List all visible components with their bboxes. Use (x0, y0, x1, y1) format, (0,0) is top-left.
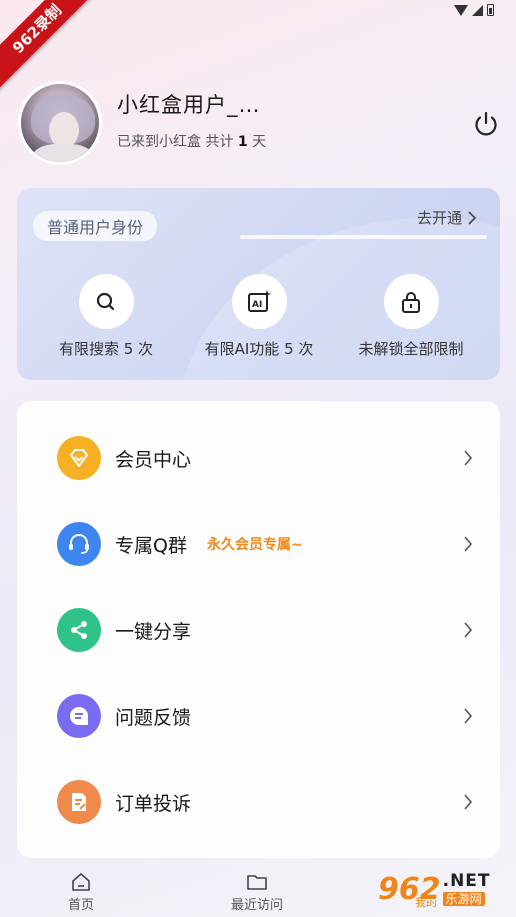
svg-text:AI: AI (252, 300, 262, 310)
watermark-logo: 962 (378, 871, 441, 907)
share-icon (57, 608, 101, 652)
menu-item-label: 专属Q群 (115, 534, 187, 557)
folder-icon (247, 875, 267, 890)
watermark-cn: 乐游网 (442, 891, 485, 906)
battery-icon (487, 4, 494, 16)
tab-label: 首页 (68, 898, 95, 913)
signal-icon (472, 4, 483, 16)
days-suffix: 天 (247, 134, 267, 150)
feature-label: 有限搜索 5 次 (58, 340, 154, 358)
wifi-icon (454, 4, 468, 16)
progress-bar (240, 235, 487, 239)
chevron-right-icon (464, 536, 473, 552)
search-icon (78, 274, 134, 329)
lock-icon (383, 274, 439, 329)
feature-label: 有限AI功能 5 次 (204, 340, 314, 358)
days-count: 1 (237, 134, 248, 150)
site-watermark: 962 .NET 乐游网 (378, 866, 514, 912)
feature-search: 有限搜索 5 次 (36, 274, 176, 359)
tab-home[interactable]: 首页 (68, 872, 94, 913)
menu-item-feedback[interactable]: 问题反馈 (17, 673, 500, 759)
headset-icon (57, 522, 101, 566)
ai-icon: AI (231, 274, 287, 329)
menu-item-vip-center[interactable]: 会员中心 (17, 415, 500, 501)
feature-label: 未解锁全部限制 (358, 340, 464, 358)
menu-item-complaint[interactable]: 订单投诉 (17, 759, 500, 845)
watermark-ribbon: 962录制 (0, 0, 101, 93)
menu-list: 会员中心 专属Q群 永久会员专属~ 一键分享 问题反馈 订单投诉 (17, 401, 500, 858)
vip-diamond-icon (57, 436, 101, 480)
chevron-right-icon (464, 794, 473, 810)
avatar[interactable] (18, 81, 102, 165)
complaint-icon (57, 780, 101, 824)
home-icon (72, 873, 90, 891)
power-icon[interactable] (472, 110, 500, 138)
menu-item-qq-group[interactable]: 专属Q群 永久会员专属~ (17, 501, 500, 587)
menu-item-label: 一键分享 (115, 620, 192, 643)
menu-item-label: 会员中心 (115, 448, 192, 471)
chevron-right-icon (468, 210, 477, 225)
identity-badge: 普通用户身份 (33, 211, 158, 241)
menu-item-label: 订单投诉 (115, 792, 192, 815)
menu-item-label: 问题反馈 (115, 706, 192, 729)
membership-days: 已来到小红盒 共计 1 天 (117, 131, 266, 151)
chevron-right-icon (464, 708, 473, 724)
days-prefix: 已来到小红盒 共计 (117, 134, 238, 150)
tab-recent[interactable]: 最近访问 (231, 872, 283, 913)
watermark-net: .NET (442, 870, 491, 891)
username[interactable]: 小红盒用户_… (117, 89, 261, 119)
membership-card: 普通用户身份 去开通 有限搜索 5 次 AI 有限AI功能 5 次 未解锁全部限… (17, 188, 500, 380)
status-bar (454, 4, 494, 16)
menu-item-share[interactable]: 一键分享 (17, 587, 500, 673)
lifetime-member-tag: 永久会员专属~ (207, 537, 303, 553)
chevron-right-icon (464, 450, 473, 466)
feedback-icon (57, 694, 101, 738)
feature-ai: AI 有限AI功能 5 次 (189, 274, 329, 359)
chevron-right-icon (464, 622, 473, 638)
feature-unlock: 未解锁全部限制 (341, 274, 481, 359)
open-membership-link[interactable]: 去开通 (417, 207, 477, 228)
tab-label: 最近访问 (231, 898, 284, 913)
open-link-label: 去开通 (417, 209, 463, 227)
